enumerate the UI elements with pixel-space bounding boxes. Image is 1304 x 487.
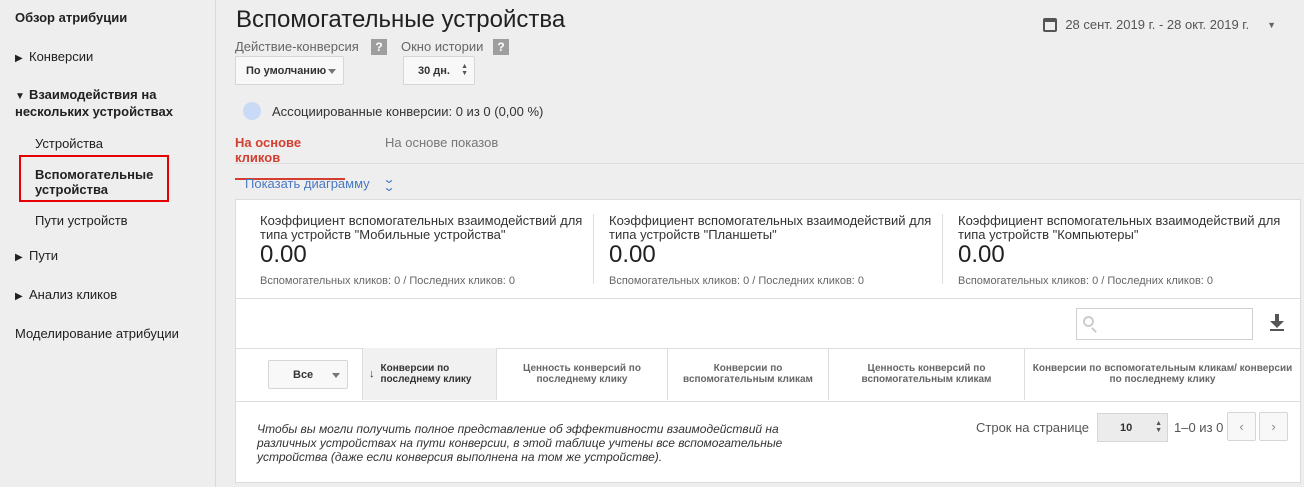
metric-title: Коэффициент вспомогательных взаимодейств… [260, 213, 583, 242]
sidebar-item-modeling[interactable]: Моделирование атрибуции [15, 326, 179, 341]
page-title: Вспомогательные устройства [236, 6, 566, 33]
tab-clicks[interactable]: На основе кликов [235, 135, 345, 180]
chevron-down-icon [332, 373, 340, 378]
assoc-conversions-legend: Ассоциированные конверсии: 0 из 0 (0,00 … [243, 102, 543, 120]
divider [942, 214, 943, 284]
divider [236, 298, 1300, 299]
metric-value: 0.00 [260, 241, 307, 268]
sidebar-item-label: Пути [29, 248, 59, 263]
column-header-assisted-ratio[interactable]: Конверсии по вспомогательным кликам/ кон… [1025, 348, 1300, 400]
help-icon[interactable]: ? [493, 39, 509, 55]
next-page-button[interactable]: › [1259, 412, 1288, 441]
dropdown-value: Все [293, 368, 314, 381]
expand-triangle-icon: ▶ [15, 252, 23, 263]
table-note: Чтобы вы могли получить полное представл… [257, 422, 783, 464]
double-chevron-down-icon: ⌄ ⌄ [382, 172, 396, 194]
main-content: Вспомогательные устройства 28 сент. 2019… [216, 0, 1304, 487]
metric-subtext: Вспомогательных кликов: 0 / Последних кл… [260, 275, 516, 287]
metric-subtext: Вспомогательных кликов: 0 / Последних кл… [609, 275, 865, 287]
date-range-picker[interactable]: 28 сент. 2019 г. - 28 окт. 2019 г. ▼ [1043, 17, 1276, 32]
table-header: Все ↓ Конверсии по последнему клику Ценн… [236, 348, 1300, 401]
help-icon[interactable]: ? [371, 39, 387, 55]
sidebar-item-device-paths[interactable]: Пути устройств [35, 213, 128, 228]
assoc-conversions-text: Ассоциированные конверсии: 0 из 0 (0,00 … [272, 103, 544, 119]
sidebar-item-paths[interactable]: ▶ Пути [15, 248, 58, 265]
row-filter-dropdown[interactable]: Все [268, 360, 348, 389]
conversion-action-dropdown[interactable]: По умолчанию [235, 56, 344, 85]
column-header-last-click-value[interactable]: Ценность конверсий по последнему клику [497, 348, 667, 400]
date-range-text: 28 сент. 2019 г. - 28 окт. 2019 г. [1065, 17, 1250, 32]
column-header-label: Конверсии по последнему клику [380, 363, 472, 385]
legend-dot-icon [243, 102, 261, 120]
metric-title: Коэффициент вспомогательных взаимодейств… [958, 213, 1281, 242]
sidebar-item-overview[interactable]: Обзор атрибуции [15, 10, 127, 25]
rows-per-page-select[interactable]: 10 ▲ ▼ [1097, 413, 1168, 442]
metric-mobile: Коэффициент вспомогательных взаимодейств… [260, 214, 590, 294]
dropdown-value: По умолчанию [246, 64, 327, 77]
sidebar-item-label: Конверсии [29, 49, 94, 64]
show-chart-label: Показать диаграмму [245, 175, 370, 191]
metric-value: 0.00 [609, 241, 656, 268]
sidebar-item-label: Анализ кликов [29, 287, 118, 302]
sidebar-item-assisting-devices[interactable]: Вспомогательные устройства [35, 167, 155, 197]
chevron-down-icon [328, 69, 336, 74]
tab-impressions[interactable]: На основе показов [385, 135, 498, 150]
sidebar: Обзор атрибуции ▶ Конверсии ▼ Взаимодейств… [0, 0, 216, 487]
up-down-icon: ▲ ▼ [461, 63, 468, 77]
download-icon[interactable] [1269, 314, 1285, 332]
metric-subtext: Вспомогательных кликов: 0 / Последних кл… [958, 275, 1214, 287]
report-panel: Коэффициент вспомогательных взаимодейств… [235, 199, 1301, 483]
calendar-icon [1043, 17, 1058, 32]
lookback-label: Окно истории [401, 39, 484, 54]
rows-per-page-label: Строк на странице [976, 420, 1090, 435]
divider [236, 401, 1300, 402]
column-header-assisted-value[interactable]: Ценность конверсий по вспомогательным кл… [829, 348, 1024, 400]
sort-arrow-icon: ↓ [369, 367, 375, 380]
sidebar-item-click-analysis[interactable]: ▶ Анализ кликов [15, 287, 117, 304]
metric-tablet: Коэффициент вспомогательных взаимодейств… [609, 214, 939, 294]
show-chart-link[interactable]: Показать диаграмму ⌄ ⌄ [245, 172, 396, 194]
metric-value: 0.00 [958, 241, 1005, 268]
search-icon [1083, 316, 1094, 327]
sidebar-item-conversions[interactable]: ▶ Конверсии [15, 49, 93, 66]
sidebar-item-devices[interactable]: Устройства [35, 136, 103, 151]
chevron-down-icon: ▼ [1267, 19, 1276, 30]
metric-desktop: Коэффициент вспомогательных взаимодейств… [958, 214, 1288, 294]
pagination-range: 1–0 из 0 [1174, 420, 1224, 435]
prev-page-button[interactable]: ‹ [1227, 412, 1256, 441]
collapse-triangle-icon: ▼ [15, 91, 25, 102]
tab-bar: На основе кликов На основе показов [235, 128, 1304, 180]
dropdown-value: 10 [1120, 421, 1133, 434]
column-header-last-click-conversions[interactable]: ↓ Конверсии по последнему клику [363, 348, 496, 400]
lookback-select[interactable]: 30 дн. ▲ ▼ [403, 56, 475, 85]
up-down-icon: ▲ ▼ [1155, 420, 1162, 434]
sidebar-item-label: Взаимодействия на нескольких устройствах [15, 87, 173, 119]
expand-triangle-icon: ▶ [15, 291, 23, 302]
sidebar-item-cross-device[interactable]: ▼ Взаимодействия на нескольких устройства… [15, 87, 200, 119]
dropdown-value: 30 дн. [418, 64, 450, 77]
conversion-action-label: Действие-конверсия [235, 39, 359, 54]
column-header-assisted-conversions[interactable]: Конверсии по вспомогательным кликам [668, 348, 828, 400]
metric-title: Коэффициент вспомогательных взаимодейств… [609, 213, 932, 242]
table-search-input[interactable] [1076, 308, 1253, 340]
expand-triangle-icon: ▶ [15, 53, 23, 64]
divider [593, 214, 594, 284]
